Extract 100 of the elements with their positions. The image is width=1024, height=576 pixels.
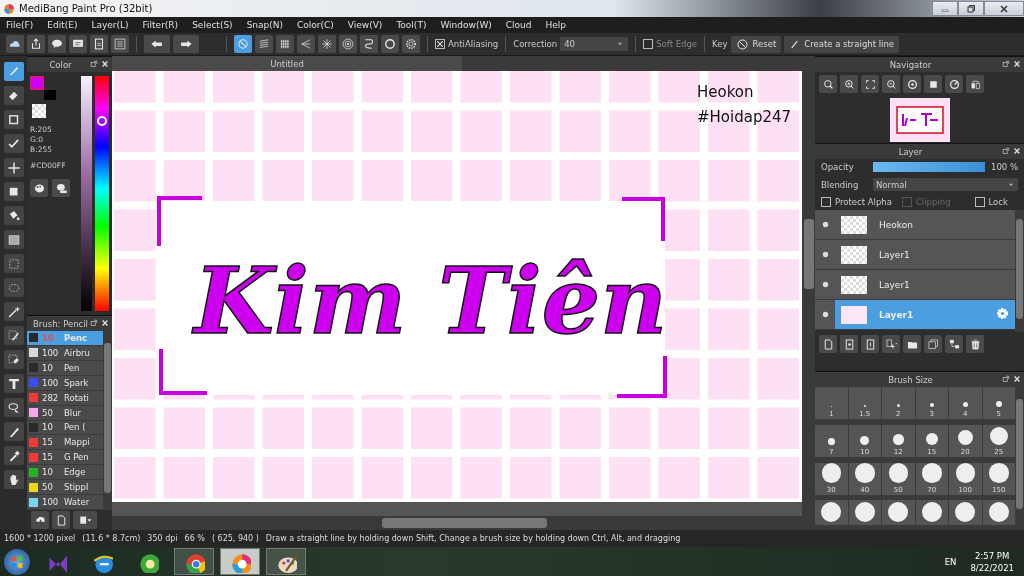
layer-tool-button[interactable] [945, 335, 963, 353]
menu-item[interactable]: Help [545, 20, 567, 30]
close-icon[interactable] [999, 3, 1009, 14]
visibility-dot-icon[interactable] [820, 250, 830, 259]
menu-item[interactable]: Select(S) [192, 20, 233, 30]
tool-button[interactable] [3, 158, 24, 177]
toolbar-button[interactable] [6, 35, 24, 53]
snap-button[interactable] [276, 35, 294, 53]
layer-row[interactable]: Layer1 [815, 240, 1015, 270]
language-indicator[interactable]: EN [944, 556, 957, 567]
snap-button[interactable] [381, 35, 399, 53]
reset-button[interactable]: Reset [730, 35, 782, 53]
layer-tool-button[interactable] [903, 335, 921, 353]
vertical-scrollbar[interactable] [802, 71, 815, 530]
menu-item[interactable]: Layer(L) [91, 20, 129, 30]
snap-button[interactable] [318, 35, 336, 53]
checkbox[interactable] [643, 39, 654, 49]
redo-button[interactable] [173, 35, 199, 53]
brush-size-option[interactable] [982, 500, 1015, 526]
menu-item[interactable]: Window(W) [440, 20, 492, 30]
layer-tool-button[interactable] [840, 335, 858, 353]
drawing-canvas[interactable]: Kim Tiên Heokon #Hoidap247 [112, 71, 802, 502]
brush-item[interactable]: 50 Stippl [27, 480, 103, 496]
gear-icon[interactable] [996, 307, 1009, 320]
tool-button[interactable] [3, 350, 24, 369]
brush-size-option[interactable] [815, 500, 848, 526]
navigator-button[interactable] [861, 75, 879, 93]
layer-row[interactable]: Layer1 [815, 270, 1015, 300]
scrollbar[interactable] [1015, 210, 1024, 332]
toolbar-button[interactable] [48, 35, 66, 53]
layer-tool-button[interactable] [924, 335, 942, 353]
tool-button[interactable] [3, 62, 24, 81]
navigator-button[interactable] [882, 75, 900, 93]
opacity-slider[interactable] [873, 162, 985, 172]
snap-button[interactable] [297, 35, 315, 53]
upload-brush-button[interactable] [31, 511, 49, 529]
brush-menu-button[interactable] [73, 511, 97, 529]
checkbox[interactable] [821, 197, 831, 207]
restore-icon[interactable] [966, 3, 976, 14]
tool-button[interactable] [3, 398, 24, 417]
tool-button[interactable] [3, 86, 24, 105]
snap-button[interactable] [255, 35, 273, 53]
menu-item[interactable]: Tool(T) [396, 20, 427, 30]
tool-button[interactable] [3, 326, 24, 345]
navigator-button[interactable] [819, 75, 837, 93]
layer-tool-button[interactable] [966, 335, 984, 353]
tool-button[interactable] [3, 134, 24, 153]
tool-button[interactable] [3, 230, 24, 249]
visibility-dot-icon[interactable] [820, 220, 830, 229]
layer-tool-button[interactable] [819, 335, 837, 353]
brush-item[interactable]: 10 Edge [27, 465, 103, 481]
brush-size-option[interactable] [882, 500, 915, 526]
toolbar-button[interactable] [90, 35, 108, 53]
brush-size-option[interactable] [915, 500, 948, 526]
popout-icon[interactable] [90, 60, 98, 68]
document-tab[interactable]: Untitled [112, 56, 462, 71]
tool-button[interactable] [3, 374, 24, 393]
menu-item[interactable]: Filter(R) [142, 20, 179, 30]
visibility-dot-icon[interactable] [820, 310, 830, 319]
snap-button[interactable] [360, 35, 378, 53]
menu-item[interactable]: Edit(E) [47, 20, 78, 30]
popout-icon[interactable] [1002, 375, 1010, 383]
undo-button[interactable] [144, 35, 170, 53]
toolbar-button[interactable] [27, 35, 45, 53]
tool-button[interactable] [3, 470, 24, 489]
scrollbar[interactable] [1015, 387, 1024, 530]
palette-button[interactable] [30, 179, 48, 197]
tool-button[interactable] [3, 446, 24, 465]
taskbar-app[interactable] [174, 548, 214, 575]
popout-icon[interactable] [1002, 147, 1010, 155]
brush-item[interactable]: 100 Water [27, 495, 103, 511]
layer-row[interactable]: Heokon [815, 210, 1015, 240]
brush-item[interactable]: 15 Mappi [27, 435, 103, 451]
menu-item[interactable]: Color(C) [297, 20, 334, 30]
layer-tool-button[interactable] [861, 335, 879, 353]
new-brush-button[interactable] [52, 511, 70, 529]
brush-item[interactable]: 15 G Pen [27, 450, 103, 466]
popout-icon[interactable] [90, 319, 98, 327]
tool-button[interactable] [3, 206, 24, 225]
secondary-color-swatch[interactable] [44, 90, 56, 100]
close-button[interactable] [984, 1, 1024, 16]
snap-button[interactable] [339, 35, 357, 53]
tool-button[interactable] [3, 110, 24, 129]
menu-item[interactable]: View(V) [347, 20, 383, 30]
straight-line-button[interactable]: Create a straight line [784, 35, 900, 53]
navigator-button[interactable] [840, 75, 858, 93]
navigator-button[interactable] [966, 75, 984, 93]
scrollbar[interactable] [103, 331, 112, 510]
brush-size-option[interactable] [949, 500, 982, 526]
popout-icon[interactable] [1002, 60, 1010, 68]
transparent-swatch[interactable] [32, 104, 46, 118]
menu-item[interactable]: File(F) [6, 20, 34, 30]
menu-item[interactable]: Cloud [505, 20, 532, 30]
correction-dropdown[interactable]: 40 [560, 37, 629, 51]
brush-size-option[interactable] [848, 500, 881, 526]
palette-settings-button[interactable] [52, 179, 70, 197]
taskbar-app[interactable] [266, 548, 306, 575]
tool-button[interactable] [3, 302, 24, 321]
horizontal-scrollbar[interactable] [112, 516, 802, 530]
tool-button[interactable] [3, 422, 24, 441]
